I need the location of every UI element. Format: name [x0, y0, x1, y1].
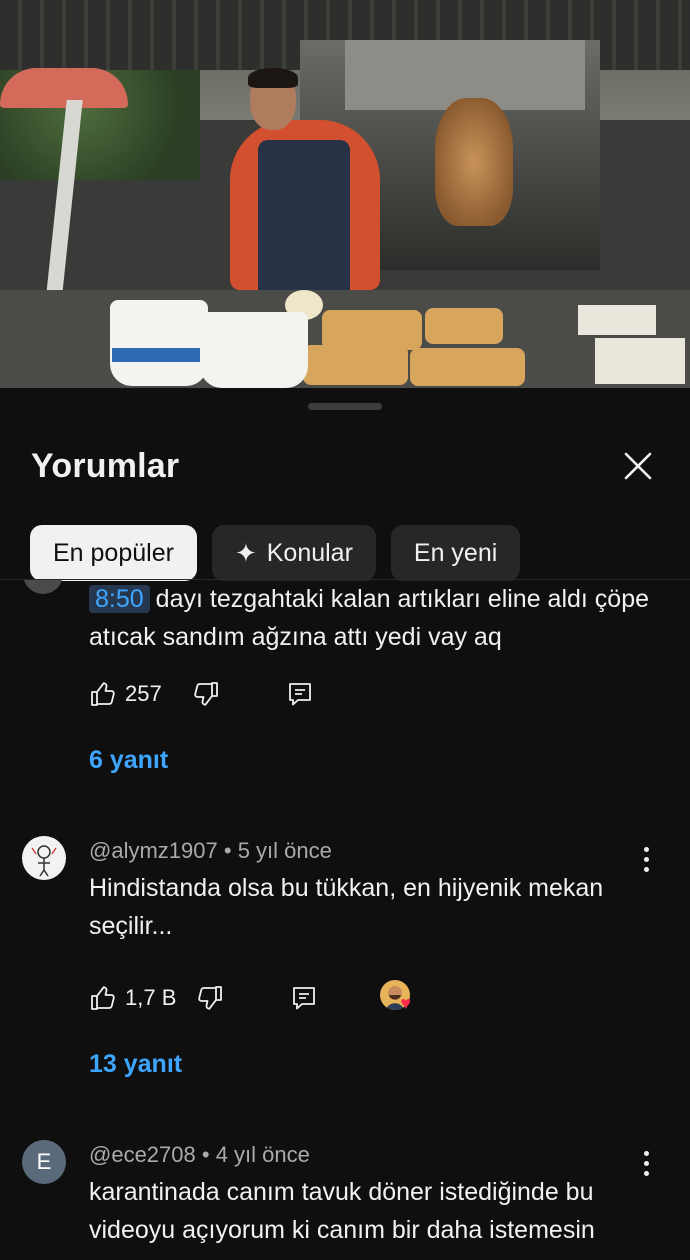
- comment-text: 8:50 dayı tezgahtaki kalan artıkları elin…: [89, 580, 659, 656]
- chip-newest[interactable]: En yeni: [390, 525, 521, 581]
- video-flatbread: [322, 310, 422, 350]
- comment-author[interactable]: @ece2708: [89, 1142, 196, 1167]
- video-wrap-paper: [578, 305, 656, 335]
- comment-time: 5 yıl önce: [237, 838, 332, 863]
- thumbs-up-icon: [91, 682, 115, 706]
- close-icon[interactable]: [620, 448, 656, 484]
- replies-toggle[interactable]: 6 yanıt: [89, 746, 168, 775]
- video-player[interactable]: [0, 0, 690, 388]
- reply-button[interactable]: [290, 984, 318, 1012]
- avatar[interactable]: [23, 580, 63, 594]
- sparkle-icon: ✦: [234, 537, 257, 568]
- video-doner-spit: [435, 98, 513, 226]
- like-button[interactable]: 257: [89, 680, 162, 708]
- video-cook-apron: [258, 140, 350, 300]
- video-flatbread: [410, 348, 525, 386]
- dislike-button[interactable]: [196, 984, 224, 1012]
- thumbs-down-icon: [193, 682, 218, 706]
- drag-handle[interactable]: [308, 403, 382, 410]
- creator-heart-icon[interactable]: ♥: [380, 980, 420, 1016]
- comment-actions: 1,7 B ♥: [89, 980, 420, 1016]
- reply-icon: [288, 683, 311, 706]
- video-umbrella: [0, 68, 128, 108]
- chip-top[interactable]: En popüler: [30, 525, 197, 581]
- comments-sheet: Yorumlar En popüler ✦ Konular En yeni 8:…: [0, 388, 690, 1260]
- chip-label: En yeni: [413, 538, 498, 567]
- comment-text: karantinada canım tavuk döner istediğind…: [89, 1178, 595, 1244]
- heart-icon: ♥: [400, 993, 412, 1013]
- video-flatbread: [425, 308, 503, 344]
- chip-topics[interactable]: ✦ Konular: [211, 525, 376, 581]
- sort-chips: En popüler ✦ Konular En yeni: [30, 525, 521, 581]
- video-bucket: [110, 300, 208, 386]
- meta-dot: •: [223, 838, 238, 863]
- chip-label: Konular: [266, 538, 353, 567]
- comment-time: 4 yıl önce: [215, 1142, 310, 1167]
- video-cook-hair: [248, 68, 298, 88]
- thumbs-down-icon: [198, 986, 223, 1010]
- comment-list[interactable]: 8:50 dayı tezgahtaki kalan artıkları elin…: [0, 580, 690, 1260]
- comment-body: dayı tezgahtaki kalan artıkları eline al…: [89, 585, 650, 651]
- like-button[interactable]: 1,7 B: [89, 984, 176, 1012]
- comment-meta: @alymz1907 • 5 yıl önce: [89, 838, 332, 864]
- reply-icon: [293, 987, 316, 1010]
- video-bucket: [200, 312, 308, 388]
- comment-actions: 257: [89, 677, 314, 711]
- timestamp-link[interactable]: 8:50: [89, 585, 150, 613]
- video-bucket-label: [112, 348, 206, 362]
- like-count: 257: [125, 681, 162, 706]
- thumbs-up-icon: [91, 986, 115, 1010]
- dislike-button[interactable]: [192, 680, 220, 708]
- comments-title: Yorumlar: [31, 447, 180, 485]
- video-flatbread: [303, 345, 408, 385]
- meta-dot: •: [201, 1142, 216, 1167]
- reply-button[interactable]: [286, 680, 314, 708]
- chip-label: En popüler: [53, 538, 174, 567]
- comment-author[interactable]: @alymz1907: [89, 838, 218, 863]
- video-wrap-paper: [595, 338, 685, 384]
- avatar[interactable]: [22, 836, 66, 880]
- comment-meta: @ece2708 • 4 yıl önce: [89, 1142, 310, 1168]
- avatar[interactable]: E: [22, 1140, 66, 1184]
- like-count: 1,7 B: [125, 985, 177, 1010]
- replies-toggle[interactable]: 13 yanıt: [89, 1050, 182, 1079]
- comment-text: Hindistanda olsa bu tükkan, en hijyenik …: [89, 874, 604, 940]
